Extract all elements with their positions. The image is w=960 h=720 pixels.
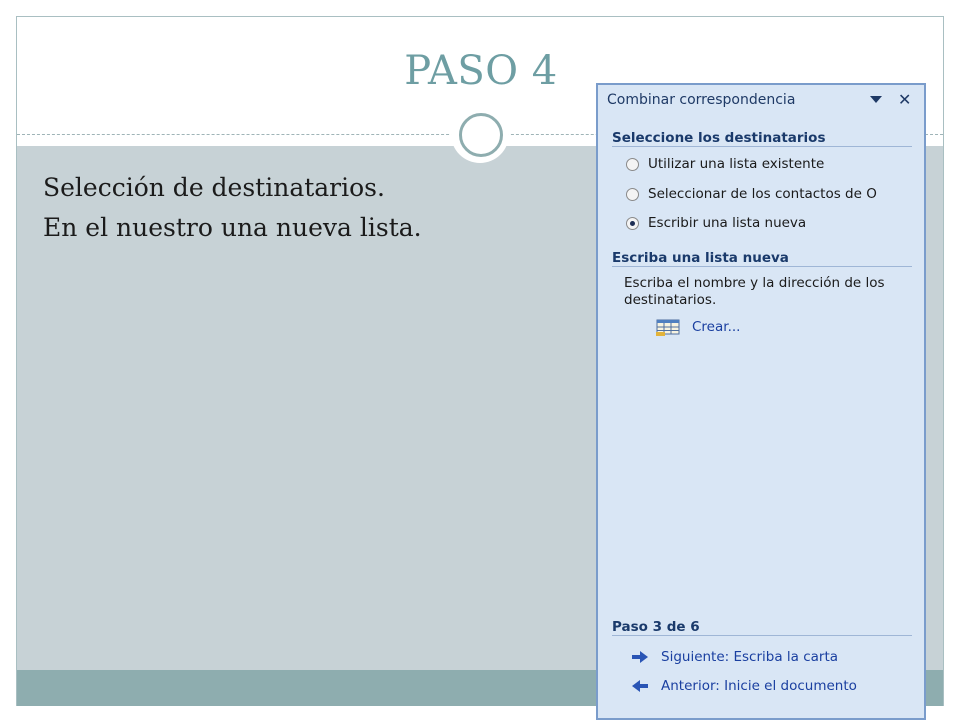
pane-header: Combinar correspondencia ✕ <box>598 85 924 115</box>
create-label: Crear... <box>692 319 741 335</box>
slide-body: Selección de destinatarios. En el nuestr… <box>43 168 422 248</box>
next-step-label: Siguiente: Escriba la carta <box>661 649 839 665</box>
mail-merge-task-pane: Combinar correspondencia ✕ Seleccione lo… <box>596 83 926 720</box>
radio-label: Escribir una lista nueva <box>648 215 807 231</box>
new-list-description: Escriba el nombre y la dirección de los … <box>624 275 885 308</box>
section-heading-new-list: Escriba una lista nueva <box>612 250 789 266</box>
next-step-link[interactable]: Siguiente: Escriba la carta <box>632 649 838 665</box>
radio-button[interactable] <box>626 187 639 201</box>
close-icon[interactable]: ✕ <box>898 90 911 109</box>
radio-button-selected[interactable] <box>626 216 639 230</box>
previous-step-link[interactable]: Anterior: Inicie el documento <box>632 678 857 694</box>
address-list-icon <box>656 319 680 336</box>
body-line: Selección de destinatarios. <box>43 173 385 202</box>
radio-label: Utilizar una lista existente <box>648 156 825 172</box>
radio-new-list[interactable]: Escribir una lista nueva <box>626 213 806 233</box>
arrow-left-icon <box>632 680 648 692</box>
radio-outlook-contacts[interactable]: Seleccionar de los contactos de O <box>626 184 877 204</box>
circle-ring <box>459 113 503 157</box>
arrow-right-icon <box>632 651 648 663</box>
dropdown-arrow-icon[interactable] <box>870 96 882 103</box>
previous-step-label: Anterior: Inicie el documento <box>661 678 857 694</box>
circle-ornament <box>451 105 509 163</box>
create-list-link[interactable]: Crear... <box>656 318 740 336</box>
body-line: En el nuestro una nueva lista. <box>43 213 422 242</box>
pane-title: Combinar correspondencia <box>607 92 796 108</box>
radio-label: Seleccionar de los contactos de O <box>648 186 877 202</box>
section-rule <box>612 146 912 147</box>
section-rule <box>612 266 912 267</box>
radio-button[interactable] <box>626 157 639 171</box>
radio-existing-list[interactable]: Utilizar una lista existente <box>626 154 824 174</box>
section-heading-recipients: Seleccione los destinatarios <box>612 130 826 146</box>
section-rule <box>612 635 912 636</box>
step-heading: Paso 3 de 6 <box>612 619 700 635</box>
